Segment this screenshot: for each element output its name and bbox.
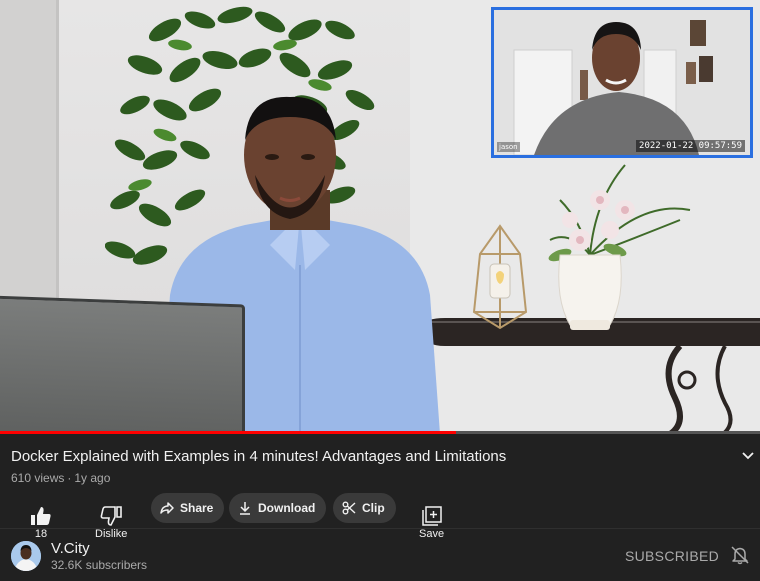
laptop — [0, 295, 245, 434]
share-icon — [160, 502, 174, 514]
avatar-image — [11, 541, 41, 571]
clip-icon — [342, 501, 356, 515]
divider — [0, 528, 760, 529]
progress-bar[interactable] — [0, 431, 760, 434]
channel-name[interactable]: V.City — [51, 540, 90, 557]
save-label: Save — [419, 528, 445, 540]
dislike-button[interactable]: Dislike — [95, 506, 127, 540]
progress-bar-fill — [0, 431, 456, 434]
clip-button[interactable]: Clip — [333, 493, 396, 523]
video-player[interactable]: jason 2022-01-22 09:57:59 — [0, 0, 760, 434]
flower-vase — [548, 164, 691, 330]
save-button[interactable]: Save — [419, 506, 444, 540]
bell-off-icon[interactable] — [730, 545, 750, 565]
save-playlist-icon — [421, 506, 442, 526]
console-table — [425, 318, 760, 434]
subscriber-count: 32.6K subscribers — [51, 558, 148, 572]
like-icon — [31, 507, 51, 525]
clip-label: Clip — [362, 501, 385, 515]
subscribed-button[interactable]: SUBSCRIBED — [625, 548, 719, 564]
pip-participant-name: jason — [497, 142, 520, 152]
pip-video-frame — [494, 10, 750, 155]
view-count: 610 views — [11, 471, 65, 485]
picture-in-picture-window[interactable]: jason 2022-01-22 09:57:59 — [491, 7, 753, 158]
dislike-label: Dislike — [95, 528, 128, 540]
like-count: 18 — [34, 528, 48, 540]
channel-avatar[interactable] — [11, 541, 41, 571]
pip-timestamp: 2022-01-22 09:57:59 — [636, 140, 745, 152]
like-button[interactable]: 18 — [30, 506, 52, 540]
chevron-down-icon[interactable] — [741, 451, 755, 461]
dislike-icon — [100, 506, 123, 526]
share-label: Share — [180, 501, 214, 515]
download-button[interactable]: Download — [229, 493, 327, 523]
video-title: Docker Explained with Examples in 4 minu… — [11, 448, 507, 465]
lantern-decor — [472, 224, 528, 330]
download-icon — [240, 502, 250, 515]
meta-separator: · — [67, 471, 72, 485]
share-button[interactable]: Share — [151, 493, 225, 523]
video-meta: 610 views · 1y ago — [11, 471, 110, 485]
download-label: Download — [258, 501, 316, 515]
upload-age: 1y ago — [74, 471, 111, 485]
